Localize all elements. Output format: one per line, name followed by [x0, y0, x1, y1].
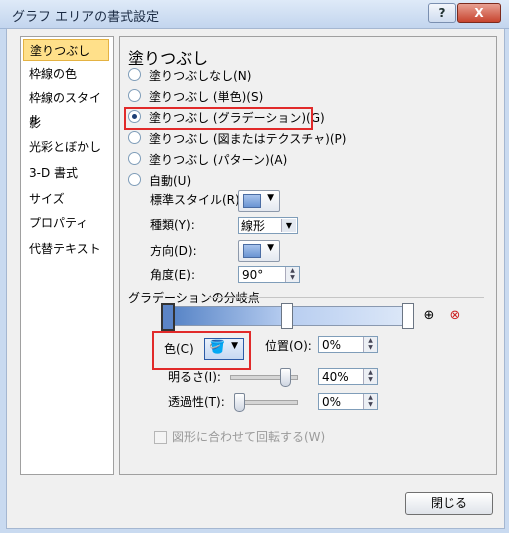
sidebar-item-3d-format[interactable]: 3-D 書式 — [23, 162, 109, 184]
radio-picture-fill[interactable]: 塗りつぶし (図またはテクスチャ)(P) — [128, 130, 346, 148]
transparency-label: 透過性(T): — [168, 395, 225, 409]
dialog-body: 塗りつぶし 枠線の色 枠線のスタイル 影 光彩とぼかし 3-D 書式 サイズ プ… — [6, 28, 505, 529]
help-button[interactable]: ? — [428, 3, 456, 23]
sidebar-item-line-style[interactable]: 枠線のスタイル — [23, 87, 109, 127]
paint-bucket-icon: 🪣 — [209, 340, 226, 355]
sidebar-item-properties[interactable]: プロパティ — [23, 212, 109, 234]
category-sidebar: 塗りつぶし 枠線の色 枠線のスタイル 影 光彩とぼかし 3-D 書式 サイズ プ… — [20, 36, 114, 475]
remove-stop-icon[interactable]: ⊗ — [445, 306, 465, 326]
type-select[interactable]: 線形 ▼ — [238, 217, 298, 234]
radio-label: 自動(U) — [149, 174, 192, 188]
radio-button[interactable] — [128, 152, 141, 165]
spinner-arrows-icon[interactable]: ▲ ▼ — [363, 337, 377, 352]
add-stop-icon[interactable]: ⊕ — [419, 306, 439, 326]
angle-input[interactable]: 90° ▲ ▼ — [238, 266, 300, 283]
preset-gradient-dropdown[interactable]: ▼ — [238, 190, 280, 212]
transparency-value: 0% — [322, 395, 342, 409]
brightness-value: 40% — [322, 370, 349, 384]
radio-label: 塗りつぶしなし(N) — [149, 69, 252, 83]
chevron-down-icon: ▼ — [267, 193, 274, 203]
chevron-down-icon: ▼ — [231, 341, 238, 351]
sidebar-item-shadow[interactable]: 影 — [23, 112, 109, 134]
title-bar: グラフ エリアの書式設定 ? X — [0, 0, 509, 29]
gradient-stop[interactable] — [281, 303, 293, 329]
brightness-label: 明るさ(I): — [168, 370, 221, 384]
fill-panel: 塗りつぶし 塗りつぶしなし(N) 塗りつぶし (単色)(S) 塗りつぶし (グラ… — [119, 36, 497, 475]
sidebar-item-line-color[interactable]: 枠線の色 — [23, 63, 109, 85]
sidebar-item-size[interactable]: サイズ — [23, 188, 109, 210]
panel-heading: 塗りつぶし — [128, 49, 209, 68]
radio-label: 塗りつぶし (パターン)(A) — [149, 153, 288, 167]
radio-pattern-fill[interactable]: 塗りつぶし (パターン)(A) — [128, 151, 287, 169]
direction-label: 方向(D): — [150, 244, 197, 258]
radio-button[interactable] — [128, 173, 141, 186]
direction-dropdown[interactable]: ▼ — [238, 240, 280, 262]
spinner-arrows-icon[interactable]: ▲ ▼ — [363, 369, 377, 384]
sidebar-item-alt-text[interactable]: 代替テキスト — [23, 238, 109, 260]
position-label: 位置(O): — [265, 339, 312, 353]
sidebar-item-glow[interactable]: 光彩とぼかし — [23, 136, 109, 158]
radio-button[interactable] — [128, 68, 141, 81]
spinner-arrows-icon[interactable]: ▲ ▼ — [285, 267, 299, 282]
radio-button[interactable] — [128, 131, 141, 144]
sidebar-item-fill[interactable]: 塗りつぶし — [23, 39, 109, 61]
radio-button[interactable] — [128, 89, 141, 102]
section-divider — [208, 297, 484, 298]
close-button[interactable]: 閉じる — [405, 492, 493, 515]
angle-label: 角度(E): — [150, 268, 195, 282]
direction-swatch-icon — [243, 244, 261, 258]
type-value: 線形 — [241, 219, 266, 233]
color-dropdown[interactable]: 🪣 ▼ — [204, 338, 244, 360]
preset-label: 標準スタイル(R): — [150, 193, 244, 207]
color-label: 色(C) — [164, 342, 194, 356]
type-label: 種類(Y): — [150, 218, 195, 232]
radio-automatic[interactable]: 自動(U) — [128, 172, 191, 190]
chevron-down-icon: ▼ — [267, 243, 274, 253]
gradient-stop[interactable] — [402, 303, 414, 329]
position-value: 0% — [322, 338, 342, 352]
radio-label: 塗りつぶし (図またはテクスチャ)(P) — [149, 132, 347, 146]
gradient-stop-selected[interactable] — [161, 303, 175, 331]
transparency-slider-track[interactable] — [238, 400, 298, 405]
radio-no-fill[interactable]: 塗りつぶしなし(N) — [128, 67, 251, 85]
spinner-arrows-icon[interactable]: ▲ ▼ — [363, 394, 377, 409]
transparency-input[interactable]: 0% ▲ ▼ — [318, 393, 378, 410]
highlight-box — [124, 107, 313, 130]
angle-value: 90° — [242, 268, 264, 282]
position-input[interactable]: 0% ▲ ▼ — [318, 336, 378, 353]
brightness-slider-thumb[interactable] — [279, 368, 291, 387]
window-close-button[interactable]: X — [457, 3, 501, 23]
brightness-input[interactable]: 40% ▲ ▼ — [318, 368, 378, 385]
radio-solid-fill[interactable]: 塗りつぶし (単色)(S) — [128, 88, 263, 106]
radio-label: 塗りつぶし (単色)(S) — [149, 90, 264, 104]
rotate-with-shape-label: 図形に合わせて回転する(W) — [172, 430, 326, 444]
rotate-with-shape-checkbox[interactable] — [154, 431, 167, 444]
window-title: グラフ エリアの書式設定 — [12, 10, 160, 25]
chevron-down-icon: ▼ — [281, 219, 296, 232]
gradient-swatch-icon — [243, 194, 261, 208]
transparency-slider-thumb[interactable] — [234, 393, 245, 412]
